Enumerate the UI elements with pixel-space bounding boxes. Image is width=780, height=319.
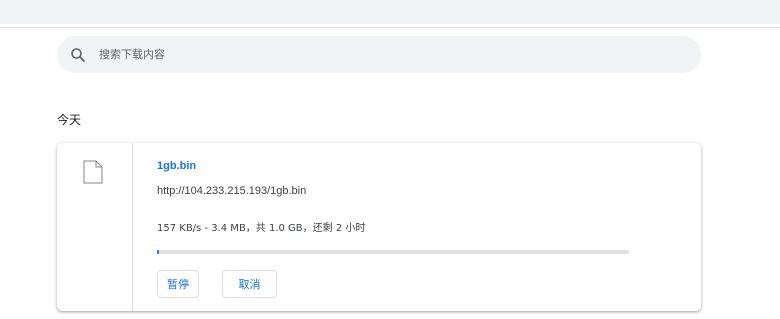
download-progress-bar xyxy=(157,250,629,254)
download-item-card: 1gb.bin http://104.233.215.193/1gb.bin 1… xyxy=(57,143,701,311)
download-status-text: 157 KB/s - 3.4 MB，共 1.0 GB，还剩 2 小时 xyxy=(157,223,366,234)
cancel-button[interactable]: 取消 xyxy=(222,270,277,298)
file-url-link[interactable]: http://104.233.215.193/1gb.bin xyxy=(157,185,306,197)
search-icon xyxy=(71,48,85,62)
toolbar xyxy=(0,0,780,24)
download-progress-fill xyxy=(157,250,159,254)
file-icon-area xyxy=(57,143,133,311)
pause-button[interactable]: 暂停 xyxy=(157,270,199,298)
file-name-link[interactable]: 1gb.bin xyxy=(157,160,196,172)
toolbar-divider xyxy=(0,27,780,28)
search-input[interactable] xyxy=(97,44,679,65)
section-heading-today: 今天 xyxy=(57,113,82,127)
file-icon xyxy=(83,160,103,184)
search-bar[interactable] xyxy=(57,36,701,73)
